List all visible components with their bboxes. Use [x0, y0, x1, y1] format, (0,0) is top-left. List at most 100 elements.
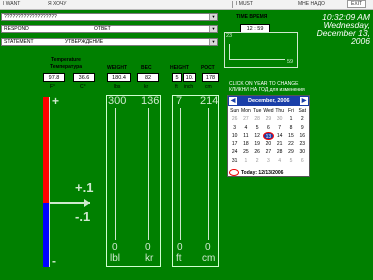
- weight-gauge-kg-max: 136: [141, 95, 160, 107]
- calendar-day[interactable]: 30: [274, 115, 285, 123]
- top-menu-bar: I WANT Я ХОЧУ I MUST МНЕ НАДО EXIT: [0, 0, 373, 10]
- calendar-day[interactable]: 11: [240, 132, 251, 140]
- height-cm-input[interactable]: 178: [202, 73, 219, 82]
- weight-kg-input[interactable]: 82: [137, 73, 159, 82]
- calendar-day[interactable]: 27: [240, 115, 251, 123]
- calendar-day[interactable]: 7: [274, 124, 285, 132]
- calendar-week: 17 18 19 20 21 22 23: [229, 140, 308, 148]
- ya-khochu-menu[interactable]: Я ХОЧУ: [48, 1, 66, 7]
- calendar-day[interactable]: 30: [297, 148, 308, 156]
- calendar-day[interactable]: 31: [229, 157, 240, 165]
- temperature-scale-line: [49, 97, 50, 267]
- time-hour-max: 23: [226, 33, 233, 39]
- calendar-day[interactable]: 9: [297, 124, 308, 132]
- calendar-title[interactable]: December, 2006: [248, 98, 290, 104]
- height-inches-input[interactable]: 10.: [183, 73, 196, 82]
- phrase-combo-3[interactable]: STATEMENT УТВЕРЖДЕНИЕ ▼: [1, 38, 218, 46]
- calendar-day[interactable]: 23: [297, 140, 308, 148]
- calendar-day[interactable]: 17: [229, 140, 240, 148]
- time-label: TIME ВРЕМЯ: [236, 14, 268, 20]
- weekday-label: Wed: [263, 108, 274, 114]
- calendar-day[interactable]: 28: [274, 148, 285, 156]
- menu-separator: [232, 1, 233, 8]
- weight-lbs-scale-line: [115, 108, 116, 240]
- weight-label-ru: ВЕС: [141, 65, 152, 71]
- temperature-minus-one-button[interactable]: -.1: [75, 209, 90, 224]
- weight-lbs-input[interactable]: 180.4: [107, 73, 131, 82]
- combo-2-left-text: RESPOND: [4, 26, 29, 32]
- time-hour-scale: [229, 44, 230, 60]
- i-must-menu[interactable]: I MUST: [236, 1, 253, 7]
- calendar-day[interactable]: 14: [274, 132, 285, 140]
- calendar-day[interactable]: 18: [240, 140, 251, 148]
- calendar-day[interactable]: 1: [240, 157, 251, 165]
- combo-3-left-text: STATEMENT: [4, 39, 34, 45]
- weight-gauge-kg-unit: kr: [145, 253, 154, 264]
- clock-year: 2006: [351, 36, 370, 46]
- calendar-day[interactable]: 20: [263, 140, 274, 148]
- calendar-day[interactable]: 22: [285, 140, 296, 148]
- calendar-day[interactable]: 15: [285, 132, 296, 140]
- calendar-day[interactable]: 29: [263, 115, 274, 123]
- chevron-down-icon[interactable]: ▼: [209, 14, 217, 20]
- calendar-day[interactable]: 26: [229, 115, 240, 123]
- calendar-day[interactable]: 26: [252, 148, 263, 156]
- calendar-day[interactable]: 27: [263, 148, 274, 156]
- calendar-day[interactable]: 3: [229, 124, 240, 132]
- mne-nado-menu[interactable]: МНЕ НАДО: [298, 1, 325, 7]
- height-feet-input[interactable]: 5: [172, 73, 182, 82]
- chevron-down-icon[interactable]: ▼: [209, 26, 217, 32]
- calendar-header: ◀ December, 2006 ▶: [228, 96, 309, 106]
- weight-gauge-lbs-zero: 0: [112, 242, 118, 253]
- calendar-day[interactable]: 19: [252, 140, 263, 148]
- calendar-day[interactable]: 5: [252, 124, 263, 132]
- temperature-plus-sign: +: [52, 94, 60, 108]
- fahrenheit-unit: F°: [50, 84, 56, 90]
- calendar[interactable]: ◀ December, 2006 ▶ Sun Mon Tue Wed Thu F…: [227, 95, 310, 177]
- temperature-label-ru: Температура: [50, 64, 82, 70]
- calendar-day[interactable]: 2: [297, 115, 308, 123]
- temperature-label-en: Temperature: [51, 57, 81, 63]
- calendar-week: 24 25 26 27 28 29 30: [229, 148, 308, 156]
- height-gauge-ft-zero: 0: [177, 242, 183, 253]
- combo-2-right-text: ОТВЕТ: [94, 26, 111, 32]
- calendar-week: 10 11 12 13 14 15 16: [229, 131, 308, 141]
- height-gauge-cm-max: 214: [200, 95, 219, 107]
- height-label-ru: РОСТ: [201, 65, 215, 71]
- calendar-day[interactable]: 21: [274, 140, 285, 148]
- calendar-day[interactable]: 12: [252, 132, 263, 140]
- phrase-combo-1[interactable]: ??????????????????? ▼: [1, 13, 218, 21]
- calendar-week: 3 4 5 6 7 8 9: [229, 124, 308, 132]
- calendar-today-link[interactable]: Today: 12/13/2006: [229, 169, 283, 176]
- weekday-label: Sat: [298, 108, 306, 114]
- celsius-input[interactable]: 36.6: [73, 73, 95, 82]
- exit-button[interactable]: EXIT: [347, 0, 367, 8]
- fahrenheit-input[interactable]: 97.8: [43, 73, 65, 82]
- phrase-combo-2[interactable]: RESPOND ОТВЕТ ▼: [1, 25, 218, 33]
- calendar-day[interactable]: 24: [229, 148, 240, 156]
- next-month-icon[interactable]: ▶: [300, 97, 308, 105]
- calendar-today-label: Today: 12/13/2006: [241, 169, 284, 176]
- calendar-day[interactable]: 3: [263, 157, 274, 165]
- prev-month-icon[interactable]: ◀: [229, 97, 237, 105]
- calendar-day[interactable]: 28: [252, 115, 263, 123]
- chevron-down-icon[interactable]: ▼: [209, 39, 217, 45]
- time-minute-scale: [229, 59, 285, 60]
- calendar-day[interactable]: 16: [297, 132, 308, 140]
- calendar-day[interactable]: 10: [229, 132, 240, 140]
- calendar-day-selected[interactable]: 13: [262, 131, 275, 141]
- calendar-day[interactable]: 5: [285, 157, 296, 165]
- calendar-day[interactable]: 6: [297, 157, 308, 165]
- calendar-day[interactable]: 1: [285, 115, 296, 123]
- calendar-day[interactable]: 6: [263, 124, 274, 132]
- calendar-day[interactable]: 25: [240, 148, 251, 156]
- calendar-day[interactable]: 2: [252, 157, 263, 165]
- calendar-day[interactable]: 4: [240, 124, 251, 132]
- temperature-plus-one-button[interactable]: +.1: [75, 180, 93, 195]
- calendar-day[interactable]: 8: [285, 124, 296, 132]
- calendar-day[interactable]: 29: [285, 148, 296, 156]
- i-want-menu[interactable]: I WANT: [3, 1, 20, 7]
- time-minute-max: 59: [287, 59, 294, 65]
- arrow-right-icon: [84, 199, 90, 207]
- calendar-day[interactable]: 4: [274, 157, 285, 165]
